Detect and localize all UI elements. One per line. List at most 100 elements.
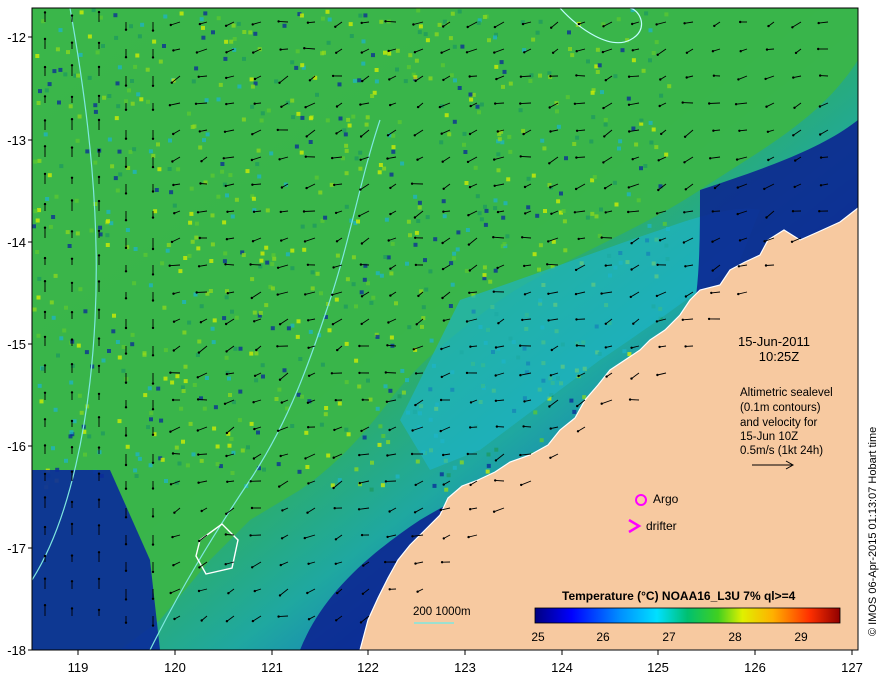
velocity-arrowhead	[172, 320, 176, 323]
velocity-arrowhead	[226, 292, 229, 295]
velocity-arrowhead	[280, 186, 284, 189]
velocity-arrowhead	[151, 190, 155, 193]
velocity-arrowhead	[335, 619, 338, 622]
velocity-arrowhead	[549, 374, 553, 377]
velocity-arrowhead	[414, 483, 417, 487]
velocity-arrowhead	[519, 344, 522, 347]
velocity-arrowhead	[712, 74, 716, 77]
velocity-arrowhead	[793, 106, 796, 110]
velocity-arrowhead	[171, 452, 175, 455]
sst-speckle-cell	[187, 320, 192, 325]
colorbar-tick: 26	[596, 630, 610, 644]
sst-speckle-cell	[476, 20, 481, 25]
velocity-arrow	[278, 20, 289, 23]
velocity-arrowhead	[252, 401, 255, 404]
sst-speckle-cell	[111, 329, 116, 334]
sst-speckle-cell	[232, 37, 237, 41]
velocity-arrowhead	[43, 525, 47, 529]
sst-speckle-cell	[643, 164, 648, 168]
sst-speckle-cell	[439, 140, 444, 145]
sst-speckle-cell	[62, 328, 67, 333]
velocity-arrowhead	[198, 566, 201, 569]
sst-speckle-cell	[449, 73, 454, 78]
sst-speckle-cell	[538, 19, 543, 24]
velocity-arrowhead	[335, 51, 338, 54]
sst-speckle-cell	[136, 92, 141, 97]
velocity-arrowhead	[442, 483, 445, 486]
sst-speckle-cell	[105, 233, 110, 238]
velocity-arrow	[198, 398, 208, 401]
velocity-arrowhead	[151, 461, 155, 464]
sst-speckle-cell	[506, 177, 511, 182]
velocity-arrowhead	[200, 509, 203, 513]
sst-speckle-cell	[89, 228, 94, 233]
velocity-arrowhead	[252, 210, 256, 213]
sst-speckle-cell	[77, 114, 82, 119]
sst-speckle-cell	[654, 40, 659, 45]
sst-speckle-cell	[137, 34, 142, 39]
velocity-arrowhead	[548, 405, 551, 408]
velocity-arrowhead	[70, 41, 74, 44]
velocity-arrowhead	[550, 26, 553, 29]
sst-speckle-cell	[115, 340, 120, 344]
sst-speckle-cell	[323, 215, 328, 220]
sst-speckle-cell	[79, 410, 84, 415]
sst-speckle-cell	[649, 140, 654, 145]
velocity-arrowhead	[412, 348, 415, 351]
velocity-arrowhead	[467, 214, 470, 217]
sst-speckle-cell	[59, 336, 64, 341]
sst-speckle-cell	[616, 17, 621, 22]
velocity-arrowhead	[43, 280, 47, 283]
sst-speckle-cell	[647, 223, 652, 228]
velocity-arrowhead	[43, 172, 47, 176]
sst-speckle-cell	[258, 311, 263, 315]
sst-speckle-cell	[631, 58, 636, 63]
sst-speckle-cell	[133, 247, 138, 251]
sst-speckle-cell	[496, 168, 501, 173]
sst-speckle-cell	[414, 58, 419, 63]
sst-speckle-cell	[561, 209, 566, 213]
velocity-arrow	[709, 102, 721, 104]
sst-speckle-cell	[228, 173, 233, 178]
time-label: 10:25Z	[759, 349, 800, 364]
velocity-arrowhead	[151, 382, 155, 385]
velocity-arrowhead	[252, 457, 256, 460]
velocity-arrowhead	[151, 137, 155, 140]
velocity-arrowhead	[493, 25, 497, 29]
velocity-arrowhead	[413, 134, 416, 137]
sst-speckle-cell	[485, 469, 490, 474]
velocity-arrowhead	[43, 418, 47, 421]
sst-speckle-cell	[429, 338, 434, 343]
velocity-arrowhead	[196, 376, 199, 379]
velocity-arrowhead	[151, 216, 155, 219]
sst-speckle-cell	[413, 194, 418, 199]
sst-speckle-cell	[505, 234, 510, 239]
velocity-arrowhead	[415, 323, 418, 326]
velocity-arrowhead	[600, 402, 603, 405]
velocity-arrowhead	[151, 247, 155, 251]
sst-speckle-cell	[343, 132, 348, 137]
velocity-arrowhead	[684, 265, 687, 268]
sst-speckle-cell	[290, 98, 295, 103]
sst-speckle-cell	[590, 90, 595, 95]
velocity-arrowhead	[794, 159, 797, 162]
velocity-arrowhead	[655, 23, 658, 26]
sst-speckle-cell	[101, 44, 105, 48]
sst-speckle-cell	[308, 140, 313, 144]
velocity-arrowhead	[168, 104, 172, 107]
sst-speckle-cell	[590, 211, 595, 216]
velocity-arrowhead	[495, 77, 498, 81]
velocity-arrowhead	[468, 269, 471, 272]
sst-speckle-cell	[176, 167, 181, 172]
velocity-arrowhead	[575, 318, 578, 321]
sst-speckle-cell	[130, 101, 135, 106]
sst-speckle-cell	[85, 149, 90, 154]
sst-speckle-cell	[210, 213, 215, 218]
velocity-arrowhead	[357, 508, 361, 511]
sst-speckle-cell	[433, 237, 438, 242]
sst-speckle-cell	[181, 389, 186, 393]
velocity-arrowhead	[711, 269, 714, 272]
velocity-arrowhead	[549, 130, 552, 133]
sst-speckle-cell	[442, 19, 447, 24]
sst-speckle-cell	[296, 111, 301, 116]
